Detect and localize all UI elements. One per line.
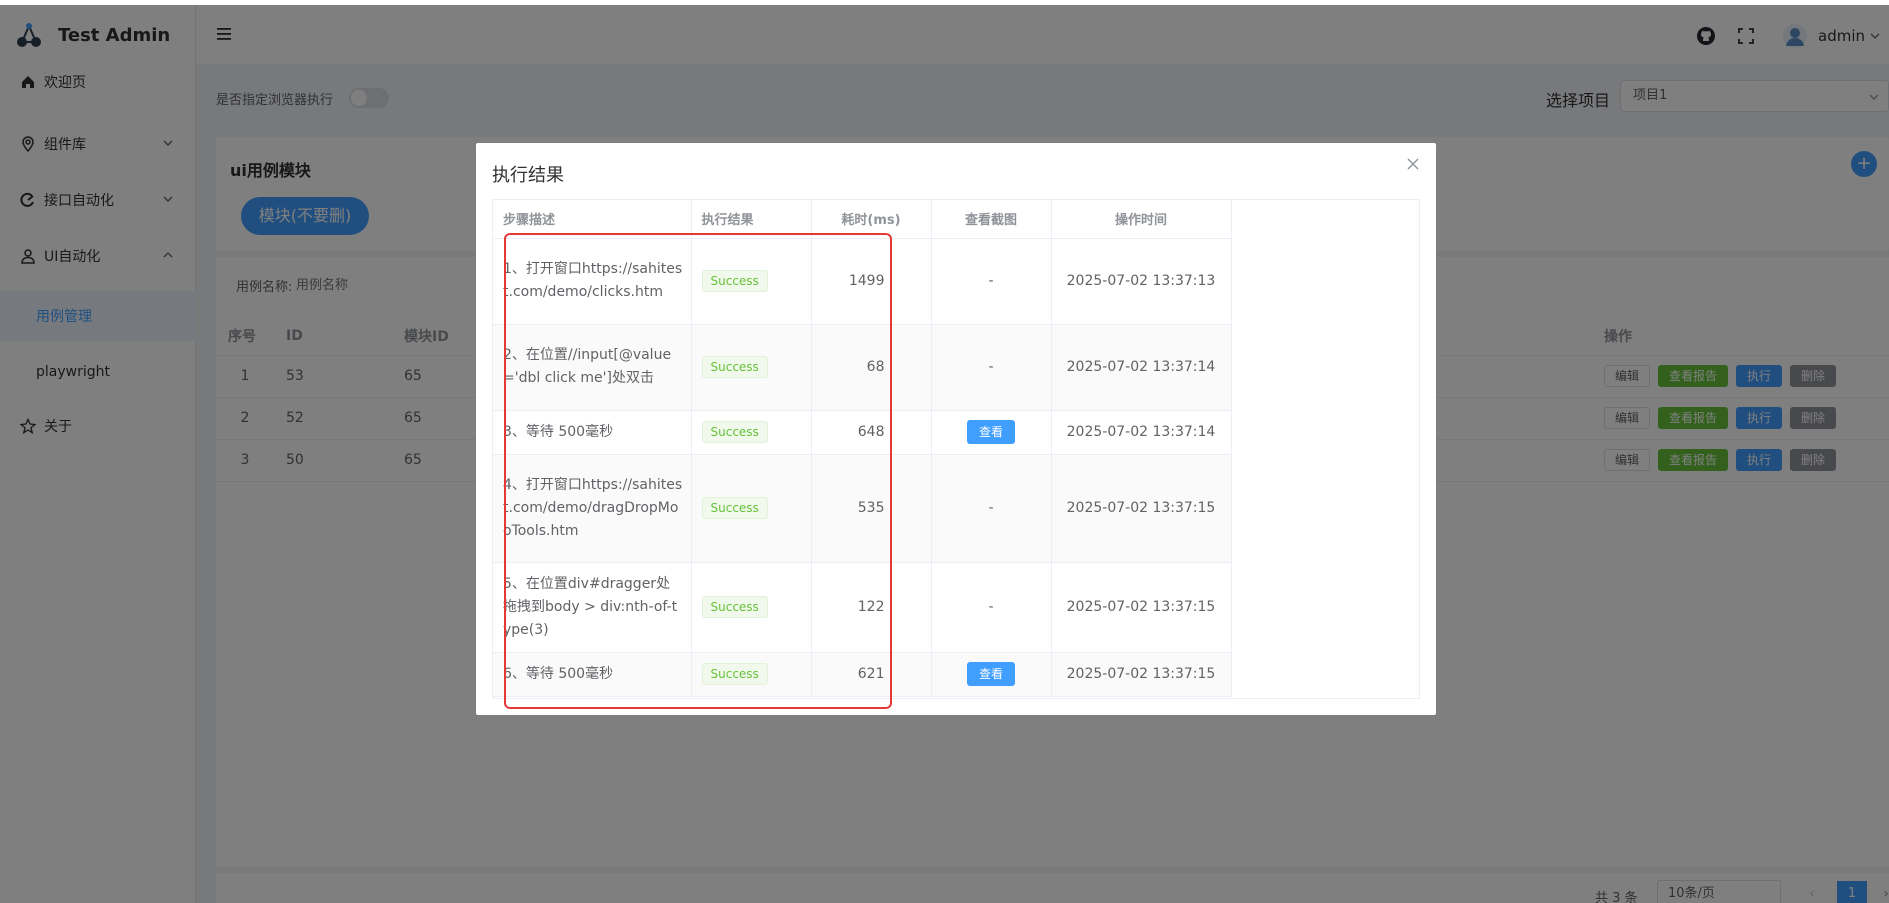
execution-result-dialog: 执行结果 步骤描述 执行结果 耗时(ms) 查看截图 操作时间 1、打开窗口ht… (476, 143, 1436, 715)
status-badge: Success (701, 355, 768, 378)
col-time: 操作时间 (1051, 200, 1232, 239)
view-screenshot-button[interactable]: 查看 (967, 420, 1015, 444)
col-step-desc: 步骤描述 (493, 200, 692, 239)
step-duration: 621 (811, 652, 932, 697)
close-icon[interactable] (1406, 157, 1420, 171)
table-row: 3、等待 500毫秒 Success 648 查看 2025-07-02 13:… (493, 410, 1232, 455)
step-desc: 4、打开窗口https://sahitest.com/demo/dragDrop… (493, 454, 692, 563)
status-badge: Success (701, 420, 768, 443)
step-time: 2025-07-02 13:37:15 (1051, 652, 1232, 697)
step-screenshot: 查看 (931, 652, 1052, 697)
status-badge: Success (701, 595, 768, 618)
result-header-row: 步骤描述 执行结果 耗时(ms) 查看截图 操作时间 (493, 200, 1232, 239)
status-badge: Success (701, 496, 768, 519)
step-time: 2025-07-02 13:37:14 (1051, 324, 1232, 411)
result-table-wrap: 步骤描述 执行结果 耗时(ms) 查看截图 操作时间 1、打开窗口https:/… (492, 199, 1420, 699)
step-result: Success (691, 562, 812, 653)
result-table: 步骤描述 执行结果 耗时(ms) 查看截图 操作时间 1、打开窗口https:/… (493, 200, 1232, 697)
step-time: 2025-07-02 13:37:15 (1051, 454, 1232, 563)
table-row: 1、打开窗口https://sahitest.com/demo/clicks.h… (493, 238, 1232, 325)
table-row: 6、等待 500毫秒 Success 621 查看 2025-07-02 13:… (493, 652, 1232, 697)
step-result: Success (691, 238, 812, 325)
step-result: Success (691, 410, 812, 455)
step-desc: 1、打开窗口https://sahitest.com/demo/clicks.h… (493, 238, 692, 325)
step-time: 2025-07-02 13:37:15 (1051, 562, 1232, 653)
col-result: 执行结果 (691, 200, 812, 239)
step-result: Success (691, 652, 812, 697)
step-duration: 535 (811, 454, 932, 563)
table-row: 2、在位置//input[@value='dbl click me']处双击 S… (493, 324, 1232, 411)
dialog-title: 执行结果 (492, 165, 564, 186)
table-row: 5、在位置div#dragger处拖拽到body > div:nth-of-ty… (493, 562, 1232, 653)
step-screenshot: - (931, 324, 1052, 411)
step-screenshot: 查看 (931, 410, 1052, 455)
table-row: 4、打开窗口https://sahitest.com/demo/dragDrop… (493, 454, 1232, 563)
step-result: Success (691, 324, 812, 411)
step-duration: 1499 (811, 238, 932, 325)
step-desc: 6、等待 500毫秒 (493, 652, 692, 697)
status-badge: Success (701, 269, 768, 292)
step-duration: 648 (811, 410, 932, 455)
step-result: Success (691, 454, 812, 563)
step-duration: 68 (811, 324, 932, 411)
step-screenshot: - (931, 238, 1052, 325)
step-desc: 2、在位置//input[@value='dbl click me']处双击 (493, 324, 692, 411)
view-screenshot-button[interactable]: 查看 (967, 662, 1015, 686)
step-screenshot: - (931, 454, 1052, 563)
step-time: 2025-07-02 13:37:13 (1051, 238, 1232, 325)
col-duration: 耗时(ms) (811, 200, 932, 239)
step-desc: 5、在位置div#dragger处拖拽到body > div:nth-of-ty… (493, 562, 692, 653)
step-time: 2025-07-02 13:37:14 (1051, 410, 1232, 455)
step-desc: 3、等待 500毫秒 (493, 410, 692, 455)
status-badge: Success (701, 662, 768, 685)
step-duration: 122 (811, 562, 932, 653)
step-screenshot: - (931, 562, 1052, 653)
col-screenshot: 查看截图 (931, 200, 1052, 239)
